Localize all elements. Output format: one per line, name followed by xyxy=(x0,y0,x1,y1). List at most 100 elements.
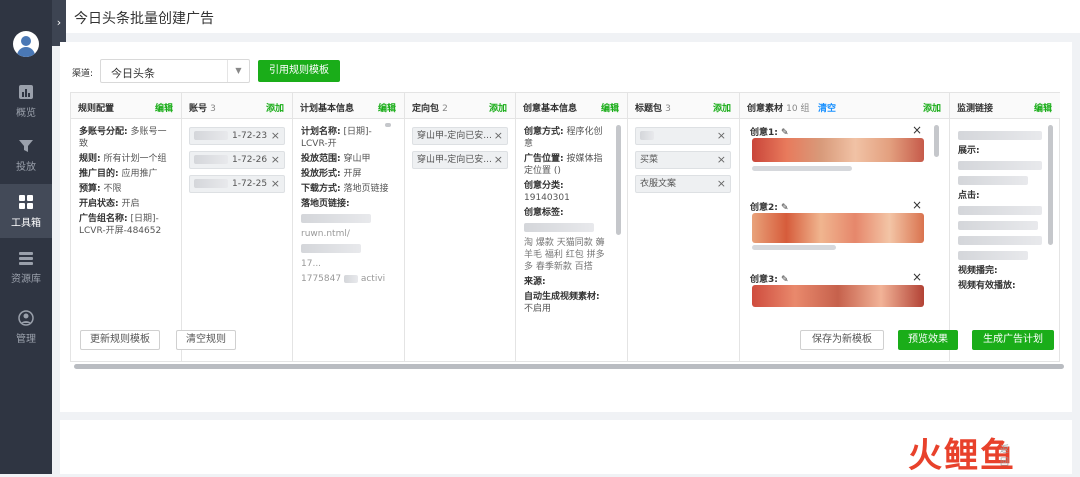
targeting-column: 定向包 2 添加 穿山甲-定向已安... × 穿山甲-定向已安... × xyxy=(405,93,516,361)
info-row: 创意标签: xyxy=(524,208,564,218)
avatar[interactable] xyxy=(13,31,39,57)
creative-edit-link[interactable]: 编辑 xyxy=(601,101,619,114)
rule-edit-link[interactable]: 编辑 xyxy=(155,101,173,114)
edit-icon[interactable]: ✎ xyxy=(781,275,789,285)
info-row: 计划名称: [日期]-LCVR-开 xyxy=(301,127,372,149)
account-tag: 1-72-25 × xyxy=(189,175,285,193)
account-tag: 1-72-26 × xyxy=(189,151,285,169)
funnel-icon xyxy=(19,140,33,152)
watermark-logo: 火鲤鱼 返回 xyxy=(908,436,1016,476)
monitor-column: 监测链接 编辑 展示: 点击: 视频播完: 视频有效播放: xyxy=(950,93,1060,361)
plan-column: 计划基本信息 编辑 计划名称: [日期]-LCVR-开 投放范围: 穿山甲 投放形式:… xyxy=(293,93,405,361)
clear-rules-button[interactable]: 清空规则 xyxy=(176,330,236,350)
chart-icon xyxy=(19,85,33,99)
sidebar-item-library[interactable]: 资源库 xyxy=(0,240,52,294)
account-add-link[interactable]: 添加 xyxy=(266,101,284,114)
material-image xyxy=(752,213,924,243)
scrollbar[interactable] xyxy=(616,125,621,235)
sidebar-item-delivery[interactable]: 投放 xyxy=(0,128,52,182)
preview-button[interactable]: 预览效果 xyxy=(898,330,958,350)
close-icon[interactable]: × xyxy=(912,198,922,212)
update-template-button[interactable]: 更新规则模板 xyxy=(80,330,160,350)
material-add-link[interactable]: 添加 xyxy=(923,101,941,114)
sidebar-item-label: 概览 xyxy=(16,108,36,119)
save-new-template-button[interactable]: 保存为新模板 xyxy=(800,330,884,350)
sidebar-item-label: 管理 xyxy=(16,334,36,345)
column-title: 定向包 2 xyxy=(412,104,448,114)
rule-grid: 规则配置 编辑 多账号分配: 多账号一致 规则: 所有计划一个组 推广目的: 应用推广… xyxy=(70,92,1060,362)
generate-plan-button[interactable]: 生成广告计划 xyxy=(972,330,1054,350)
monitor-list: 展示: 点击: 视频播完: 视频有效播放: xyxy=(950,120,1060,360)
creative-list: 创意方式: 程序化创意 广告位置: 按媒体指定位置 () 创意分类: 1914030… xyxy=(516,120,627,360)
material-clear-link[interactable]: 清空 xyxy=(818,101,836,114)
material-image xyxy=(752,285,924,307)
info-row: 自动生成视频素材: 不启用 xyxy=(524,292,600,314)
sidebar-item-toolbox[interactable]: 工具箱 xyxy=(0,184,52,238)
close-icon[interactable]: × xyxy=(912,270,922,284)
channel-label: 渠道: xyxy=(72,69,94,79)
channel-select[interactable]: 今日头条 ▼ xyxy=(100,59,250,83)
material-item: 创意2: ✎ xyxy=(750,203,789,213)
column-title: 标题包 3 xyxy=(635,104,671,114)
close-icon[interactable]: × xyxy=(271,152,280,168)
close-icon[interactable]: × xyxy=(717,152,726,168)
rule-list: 多账号分配: 多账号一致 规则: 所有计划一个组 推广目的: 应用推广 预算: 不限开… xyxy=(71,120,181,360)
close-icon[interactable]: × xyxy=(494,128,503,144)
chevron-down-icon: ▼ xyxy=(227,60,249,82)
material-list: 创意1: ✎ × 创意2: ✎ × 创意3: ✎ × xyxy=(740,120,949,360)
account-tag: 1-72-23 × xyxy=(189,127,285,145)
material-item: 创意3: ✎ xyxy=(750,275,789,285)
titles-column: 标题包 3 添加 × 买菜 × 衣服文案 × xyxy=(628,93,740,361)
edit-icon[interactable]: ✎ xyxy=(781,203,789,213)
info-row: 下载方式: 落地页链接 xyxy=(301,184,389,194)
info-row: 创意方式: 程序化创意 xyxy=(524,127,603,149)
title-tag: × xyxy=(635,127,731,145)
title-tag: 买菜 × xyxy=(635,151,731,169)
column-title: 创意素材 10 组 xyxy=(747,104,810,114)
sidebar-item-label: 工具箱 xyxy=(11,218,41,229)
column-title: 创意基本信息 xyxy=(523,104,578,114)
scrollbar[interactable] xyxy=(1048,125,1053,245)
info-row: 开启状态: 开启 xyxy=(79,199,140,209)
info-row: 广告位置: 按媒体指定位置 () xyxy=(524,154,603,176)
titles-list: × 买菜 × 衣服文案 × xyxy=(628,120,739,360)
edit-icon[interactable]: ✎ xyxy=(781,128,789,138)
horizontal-scrollbar[interactable] xyxy=(74,364,1064,369)
close-icon[interactable]: × xyxy=(271,176,280,192)
sidebar-toggle[interactable]: › xyxy=(52,0,66,46)
close-icon[interactable]: × xyxy=(271,128,280,144)
close-icon[interactable]: × xyxy=(717,176,726,192)
info-row: 规则: 所有计划一个组 xyxy=(79,154,167,164)
targeting-tag: 穿山甲-定向已安... × xyxy=(412,127,508,145)
material-column: 创意素材 10 组清空 添加 创意1: ✎ × 创意2: ✎ × 创意3: ✎ × xyxy=(740,93,950,361)
plan-edit-link[interactable]: 编辑 xyxy=(378,101,396,114)
sidebar-item-manage[interactable]: 管理 xyxy=(0,300,52,354)
grid-icon xyxy=(19,195,33,209)
info-row: 落地页链接: xyxy=(301,199,350,209)
sidebar-item-overview[interactable]: 概览 xyxy=(0,74,52,128)
main-panel: 渠道: 今日头条 ▼ 引用规则模板 规则配置 编辑 多账号分配: 多账号一致 规则:… xyxy=(60,42,1072,412)
apply-template-button[interactable]: 引用规则模板 xyxy=(258,60,340,82)
close-icon[interactable]: × xyxy=(717,128,726,144)
sidebar: 概览 投放 工具箱 资源库 管理 xyxy=(0,0,52,474)
targeting-add-link[interactable]: 添加 xyxy=(489,101,507,114)
info-row: 来源: xyxy=(524,277,546,287)
rule-column: 规则配置 编辑 多账号分配: 多账号一致 规则: 所有计划一个组 推广目的: 应用推广… xyxy=(71,93,182,361)
column-title: 账号 3 xyxy=(189,104,216,114)
monitor-edit-link[interactable]: 编辑 xyxy=(1034,101,1052,114)
titles-add-link[interactable]: 添加 xyxy=(713,101,731,114)
close-icon[interactable]: × xyxy=(912,123,922,137)
info-row: 多账号分配: 多账号一致 xyxy=(79,127,167,149)
scrollbar[interactable] xyxy=(934,125,939,157)
info-row: 投放范围: 穿山甲 xyxy=(301,154,371,164)
sidebar-item-label: 资源库 xyxy=(11,274,41,285)
scrollbar[interactable] xyxy=(385,123,391,127)
sidebar-item-label: 投放 xyxy=(16,162,36,173)
user-circle-icon xyxy=(18,310,34,326)
creative-column: 创意基本信息 编辑 创意方式: 程序化创意 广告位置: 按媒体指定位置 () 创意分类… xyxy=(516,93,628,361)
info-row: 投放形式: 开屏 xyxy=(301,169,362,179)
info-row: 广告组名称: [日期]-LCVR-开屏-484652 xyxy=(79,214,162,236)
material-item: 创意1: ✎ xyxy=(750,128,789,138)
close-icon[interactable]: × xyxy=(494,152,503,168)
targeting-tag: 穿山甲-定向已安... × xyxy=(412,151,508,169)
